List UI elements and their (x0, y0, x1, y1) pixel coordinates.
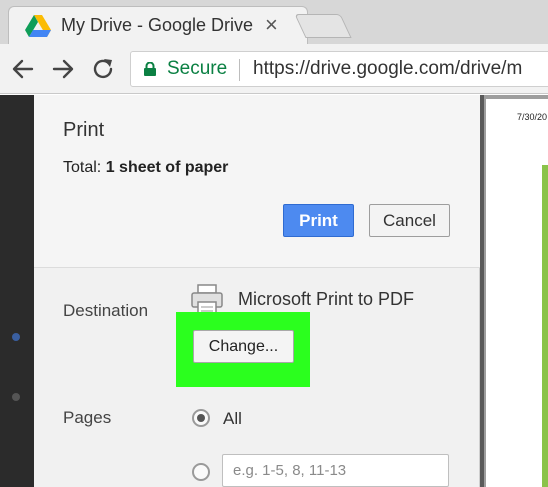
pages-range-radio[interactable] (192, 463, 210, 481)
preview-content-block (542, 165, 548, 487)
pages-all-radio[interactable] (192, 409, 210, 427)
back-arrow-icon[interactable] (10, 56, 36, 82)
url-text[interactable]: https://drive.google.com/drive/m (253, 58, 522, 80)
change-destination-button[interactable]: Change... (193, 330, 294, 363)
google-drive-icon (25, 15, 51, 37)
background-marker (12, 333, 20, 341)
print-preview-page: 7/30/20 (486, 99, 548, 487)
new-tab-button[interactable] (294, 14, 352, 38)
address-divider (239, 59, 240, 81)
total-value: 1 sheet of paper (105, 159, 229, 176)
print-dialog-header: Print Total: 1 sheet of paper Print Canc… (34, 95, 480, 268)
destination-name: Microsoft Print to PDF (238, 289, 415, 309)
preview-divider (480, 95, 484, 487)
lock-icon (144, 62, 156, 76)
background-page-edge (0, 95, 34, 487)
tab-close-icon[interactable]: × (265, 12, 278, 38)
destination-label: Destination (63, 301, 149, 320)
radio-selected-dot (197, 414, 205, 422)
total-label: Total: (63, 159, 102, 176)
page-range-input[interactable] (222, 454, 449, 487)
browser-tab[interactable]: My Drive - Google Drive × (8, 6, 308, 44)
forward-arrow-icon[interactable] (50, 56, 76, 82)
print-dialog: Print Total: 1 sheet of paper Print Canc… (34, 95, 480, 487)
browser-tab-strip: My Drive - Google Drive × (0, 0, 548, 44)
cancel-button[interactable]: Cancel (369, 204, 450, 237)
dialog-title: Print (63, 119, 105, 141)
preview-date: 7/30/20 (517, 112, 548, 122)
secure-label: Secure (167, 58, 228, 79)
background-marker (12, 393, 20, 401)
address-bar[interactable]: Secure https://drive.google.com/drive/m (130, 51, 548, 87)
print-button[interactable]: Print (283, 204, 354, 237)
browser-toolbar: Secure https://drive.google.com/drive/m (0, 44, 548, 94)
total-sheets: Total: 1 sheet of paper (63, 159, 228, 177)
pages-label: Pages (63, 408, 112, 427)
tab-title: My Drive - Google Drive (61, 15, 254, 35)
reload-icon[interactable] (90, 56, 116, 82)
pages-all-label: All (223, 409, 242, 428)
change-button-highlight: Change... (176, 312, 310, 387)
